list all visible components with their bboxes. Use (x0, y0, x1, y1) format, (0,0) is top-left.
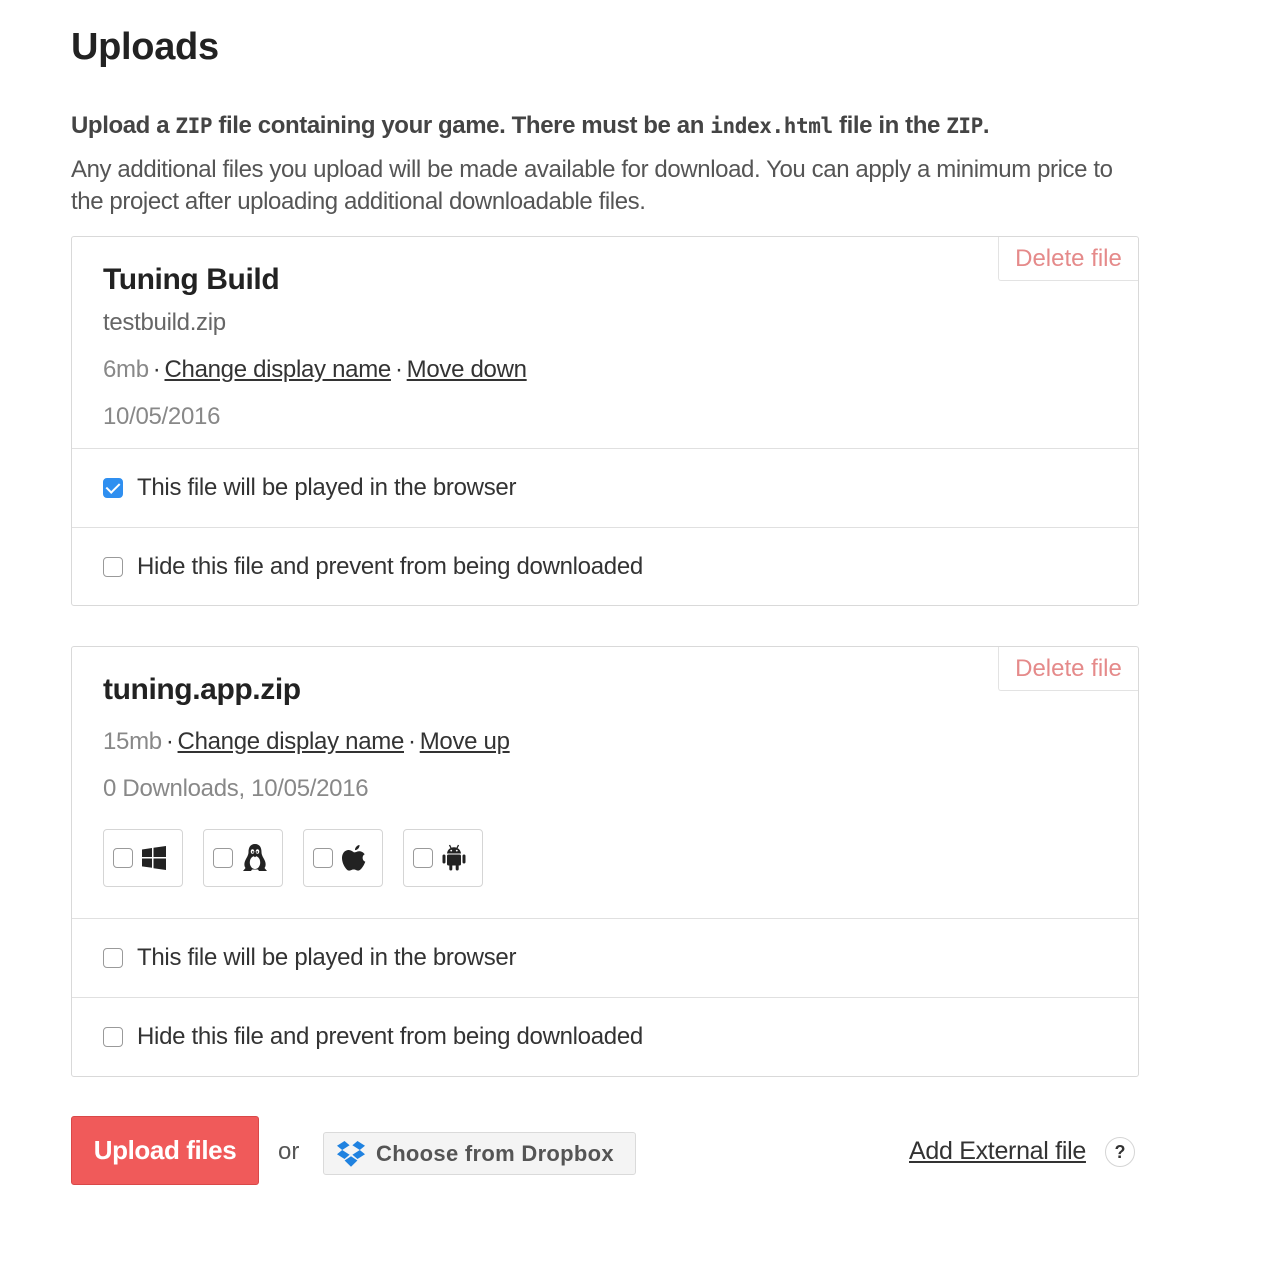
upload-meta-line: 15mb · Change display name · Move up (103, 728, 510, 756)
choose-from-dropbox-button[interactable]: Choose from Dropbox (323, 1132, 636, 1175)
upload-downloads-date: 0 Downloads, 10/05/2016 (103, 775, 369, 802)
windows-icon (142, 846, 166, 870)
change-display-name-link[interactable]: Change display name (165, 356, 392, 383)
hide-file-option[interactable]: Hide this file and prevent from being do… (103, 998, 643, 1076)
upload-display-name: Tuning Build (103, 263, 280, 296)
upload-date: 10/05/2016 (103, 403, 221, 430)
android-icon (442, 844, 466, 871)
separator-dot: · (165, 728, 174, 755)
browser-play-option[interactable]: This file will be played in the browser (103, 449, 516, 527)
delete-file-button[interactable]: Delete file (998, 647, 1138, 691)
hide-file-checkbox[interactable] (103, 557, 123, 577)
platform-windows[interactable] (103, 829, 183, 887)
linux-checkbox[interactable] (213, 848, 233, 868)
separator-dot: · (408, 728, 416, 755)
dropbox-icon (337, 1140, 365, 1167)
upload-card: Delete file Tuning Build testbuild.zip 6… (71, 236, 1139, 606)
hide-file-label: Hide this file and prevent from being do… (137, 1023, 643, 1050)
android-checkbox[interactable] (413, 848, 433, 868)
move-up-link[interactable]: Move up (420, 728, 510, 755)
apple-icon (341, 845, 366, 871)
hide-file-row: Hide this file and prevent from being do… (72, 997, 1138, 1076)
platform-linux[interactable] (203, 829, 283, 887)
upload-card: Delete file tuning.app.zip 15mb · Change d… (71, 646, 1139, 1077)
upload-files-button[interactable]: Upload files (71, 1116, 259, 1185)
upload-display-name: tuning.app.zip (103, 673, 301, 706)
browser-play-checkbox[interactable] (103, 478, 123, 498)
intro-text-3: file in the (832, 112, 947, 139)
move-down-link[interactable]: Move down (407, 356, 527, 383)
browser-play-option[interactable]: This file will be played in the browser (103, 919, 516, 997)
browser-play-row: This file will be played in the browser (72, 448, 1138, 527)
zip-code-2: ZIP (946, 114, 983, 138)
or-separator: or (278, 1138, 300, 1165)
mac-checkbox[interactable] (313, 848, 333, 868)
add-external-file-link[interactable]: Add External file (909, 1137, 1086, 1166)
separator-dot: · (394, 356, 403, 383)
hide-file-checkbox[interactable] (103, 1027, 123, 1047)
upload-filename: testbuild.zip (103, 309, 226, 336)
dropbox-label: Choose from Dropbox (376, 1140, 614, 1166)
change-display-name-link[interactable]: Change display name (178, 728, 405, 755)
browser-play-row: This file will be played in the browser (72, 918, 1138, 997)
browser-play-checkbox[interactable] (103, 948, 123, 968)
intro-text-4: . (982, 112, 990, 139)
platform-mac[interactable] (303, 829, 383, 887)
file-size: 15mb (103, 728, 162, 755)
intro-text-2: file containing your game. There must be… (212, 112, 711, 139)
hide-file-option[interactable]: Hide this file and prevent from being do… (103, 528, 643, 606)
page-title: Uploads (71, 26, 219, 68)
upload-description: Any additional files you upload will be … (71, 156, 1113, 215)
separator-dot: · (152, 356, 161, 383)
hide-file-row: Hide this file and prevent from being do… (72, 527, 1138, 606)
browser-play-label: This file will be played in the browser (137, 944, 517, 971)
help-icon[interactable]: ? (1105, 1137, 1135, 1167)
platform-selector (103, 829, 483, 887)
file-size: 6mb (103, 356, 149, 383)
linux-icon (243, 844, 267, 871)
platform-android[interactable] (403, 829, 483, 887)
browser-play-label: This file will be played in the browser (137, 474, 517, 501)
intro-text-1: Upload a (71, 112, 176, 139)
zip-code: ZIP (175, 114, 213, 138)
hide-file-label: Hide this file and prevent from being do… (137, 553, 643, 580)
delete-file-button[interactable]: Delete file (998, 237, 1138, 281)
upload-meta-line: 6mb · Change display name · Move down (103, 356, 527, 384)
upload-instructions: Upload a ZIP file containing your game. … (71, 112, 1131, 140)
index-html-code: index.html (710, 114, 833, 138)
windows-checkbox[interactable] (113, 848, 133, 868)
